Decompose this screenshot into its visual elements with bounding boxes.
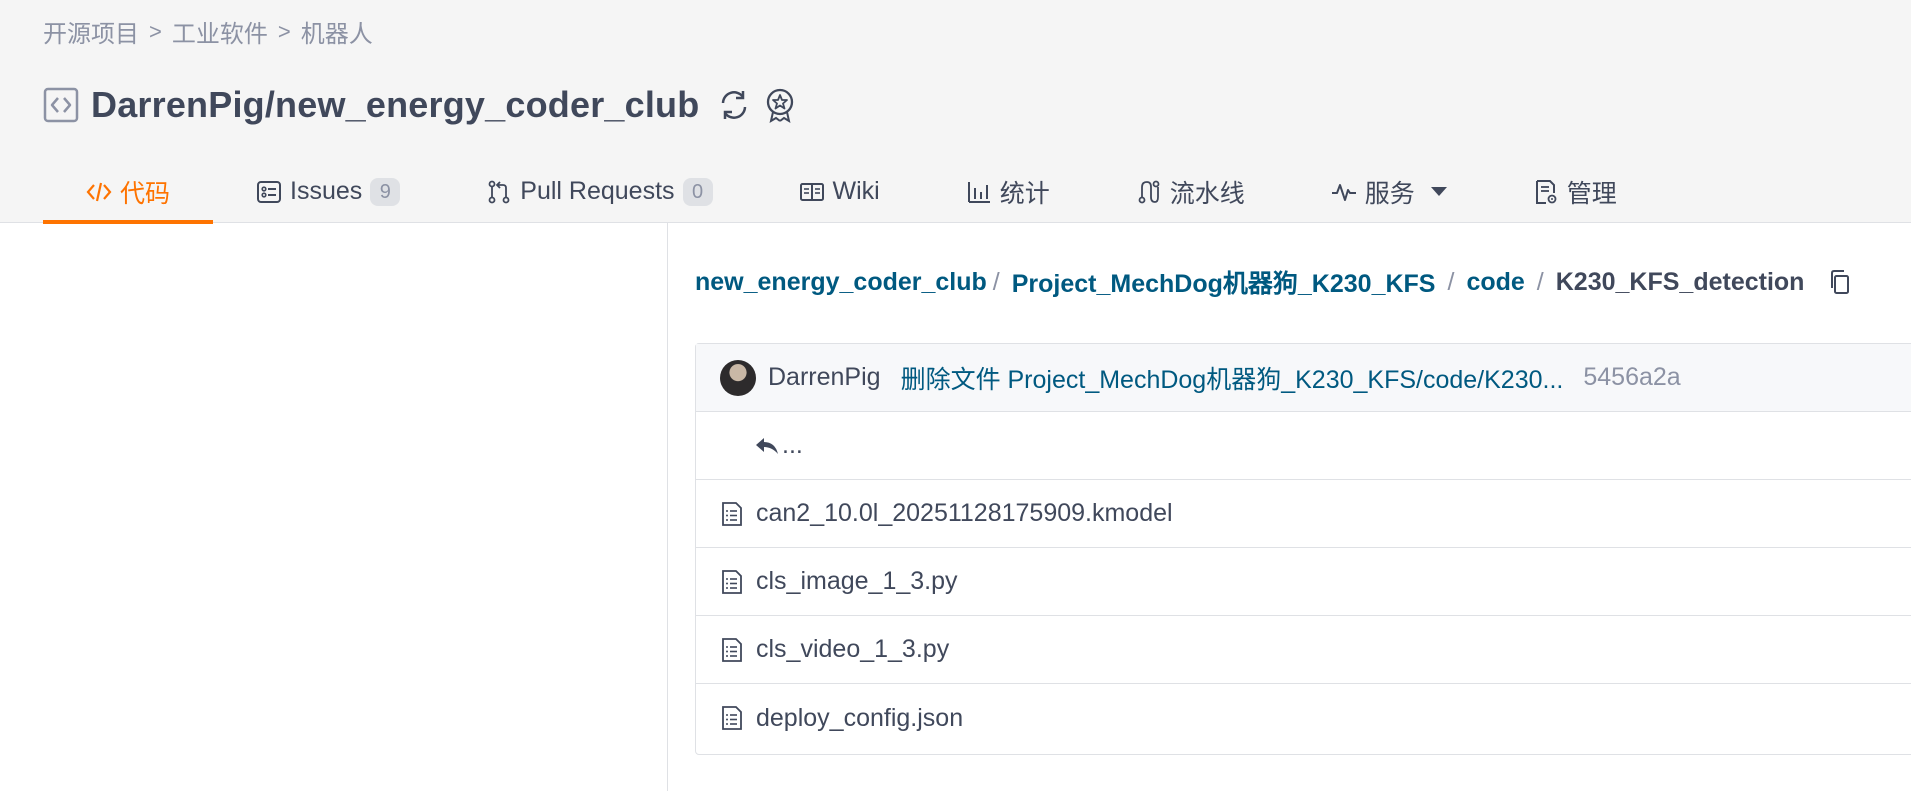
tab-issues[interactable]: Issues 9 (213, 160, 443, 223)
parent-directory-label: ... (782, 431, 803, 459)
tab-manage[interactable]: 管理 (1490, 160, 1660, 223)
file-row[interactable]: cls_image_1_3.py (696, 548, 1911, 616)
file-name[interactable]: can2_10.0l_20251128175909.kmodel (756, 499, 1173, 528)
issues-icon (257, 180, 282, 203)
tab-pull-requests[interactable]: Pull Requests 0 (443, 160, 755, 223)
repo-header: 开源项目 > 工业软件 > 机器人 DarrenPig/new_energy_c… (0, 0, 1911, 224)
bar-chart-icon (967, 181, 990, 203)
file-name[interactable]: deploy_config.json (756, 704, 963, 733)
breadcrumb-item-open-source[interactable]: 开源项目 (43, 14, 139, 49)
commit-sha[interactable]: 5456a2a (1583, 363, 1680, 392)
pull-request-icon (488, 180, 510, 203)
file-row[interactable]: cls_video_1_3.py (696, 616, 1911, 684)
latest-commit-row: DarrenPig 删除文件 Project_MechDog机器狗_K230_K… (696, 344, 1911, 412)
breadcrumb-item-industrial-software[interactable]: 工业软件 (172, 14, 268, 49)
path-separator: / (992, 267, 1000, 296)
tab-manage-label: 管理 (1566, 179, 1617, 208)
commit-author[interactable]: DarrenPig (768, 363, 881, 392)
breadcrumb-item-robot[interactable]: 机器人 (301, 14, 373, 49)
tab-pull-requests-label: Pull Requests (520, 177, 675, 205)
pipeline-icon (1138, 180, 1160, 203)
path-separator: / (1536, 267, 1544, 296)
file-icon (722, 706, 742, 730)
issues-count-badge: 9 (370, 177, 401, 206)
file-row[interactable]: deploy_config.json (696, 684, 1911, 752)
parent-directory-row[interactable]: ... (696, 412, 1911, 480)
settings-doc-icon (1535, 179, 1557, 204)
tab-services-label: 服务 (1364, 179, 1415, 208)
file-name[interactable]: cls_video_1_3.py (756, 635, 949, 664)
breadcrumb-separator: > (149, 18, 162, 44)
file-row[interactable]: can2_10.0l_20251128175909.kmodel (696, 480, 1911, 548)
path-segment-project[interactable]: Project_MechDog机器狗_K230_KFS (1012, 264, 1436, 300)
recommend-badge-icon[interactable] (761, 86, 799, 124)
repo-tabs: 代码 Issues 9 Pull Requests 0 Wiki 统计 流水线 … (43, 160, 1660, 224)
tab-code-label: 代码 (120, 179, 171, 208)
code-icon (86, 182, 112, 201)
commit-message[interactable]: 删除文件 Project_MechDog机器狗_K230_KFS/code/K2… (901, 360, 1564, 396)
tab-services[interactable]: 服务 (1288, 160, 1490, 223)
file-list: DarrenPig 删除文件 Project_MechDog机器狗_K230_K… (695, 343, 1911, 755)
tab-pipeline-label: 流水线 (1169, 179, 1245, 208)
pulse-icon (1331, 183, 1356, 201)
repo-code-icon (43, 87, 79, 123)
avatar[interactable] (720, 359, 756, 396)
tab-wiki-label: Wiki (832, 177, 880, 205)
tab-statistics[interactable]: 统计 (923, 160, 1093, 223)
tab-pipeline[interactable]: 流水线 (1093, 160, 1288, 223)
tab-wiki[interactable]: Wiki (756, 160, 923, 223)
path-separator: / (1447, 267, 1455, 296)
tab-issues-label: Issues (290, 177, 363, 205)
tab-code[interactable]: 代码 (43, 160, 214, 224)
sidebar-divider (667, 223, 668, 791)
file-path-breadcrumb: new_energy_coder_club / Project_MechDog机… (695, 264, 1854, 300)
breadcrumb-separator: > (277, 18, 291, 44)
path-segment-code[interactable]: code (1466, 268, 1524, 297)
breadcrumb: 开源项目 > 工业软件 > 机器人 (43, 14, 373, 49)
path-segment-repo[interactable]: new_energy_coder_club (695, 268, 987, 297)
sync-icon[interactable] (715, 86, 753, 124)
reply-arrow-icon (756, 437, 778, 454)
file-icon (722, 569, 742, 594)
chevron-down-icon (1430, 187, 1447, 196)
file-icon (722, 501, 742, 526)
path-segment-current: K230_KFS_detection (1555, 267, 1805, 296)
file-name[interactable]: cls_image_1_3.py (756, 567, 958, 596)
repo-name[interactable]: DarrenPig/new_energy_coder_club (91, 84, 699, 126)
pull-requests-count-badge: 0 (682, 177, 713, 206)
repo-title: DarrenPig/new_energy_coder_club (43, 84, 799, 126)
wiki-book-icon (799, 182, 824, 201)
copy-icon[interactable] (1826, 268, 1854, 296)
file-icon (722, 637, 742, 662)
tab-statistics-label: 统计 (999, 179, 1050, 208)
